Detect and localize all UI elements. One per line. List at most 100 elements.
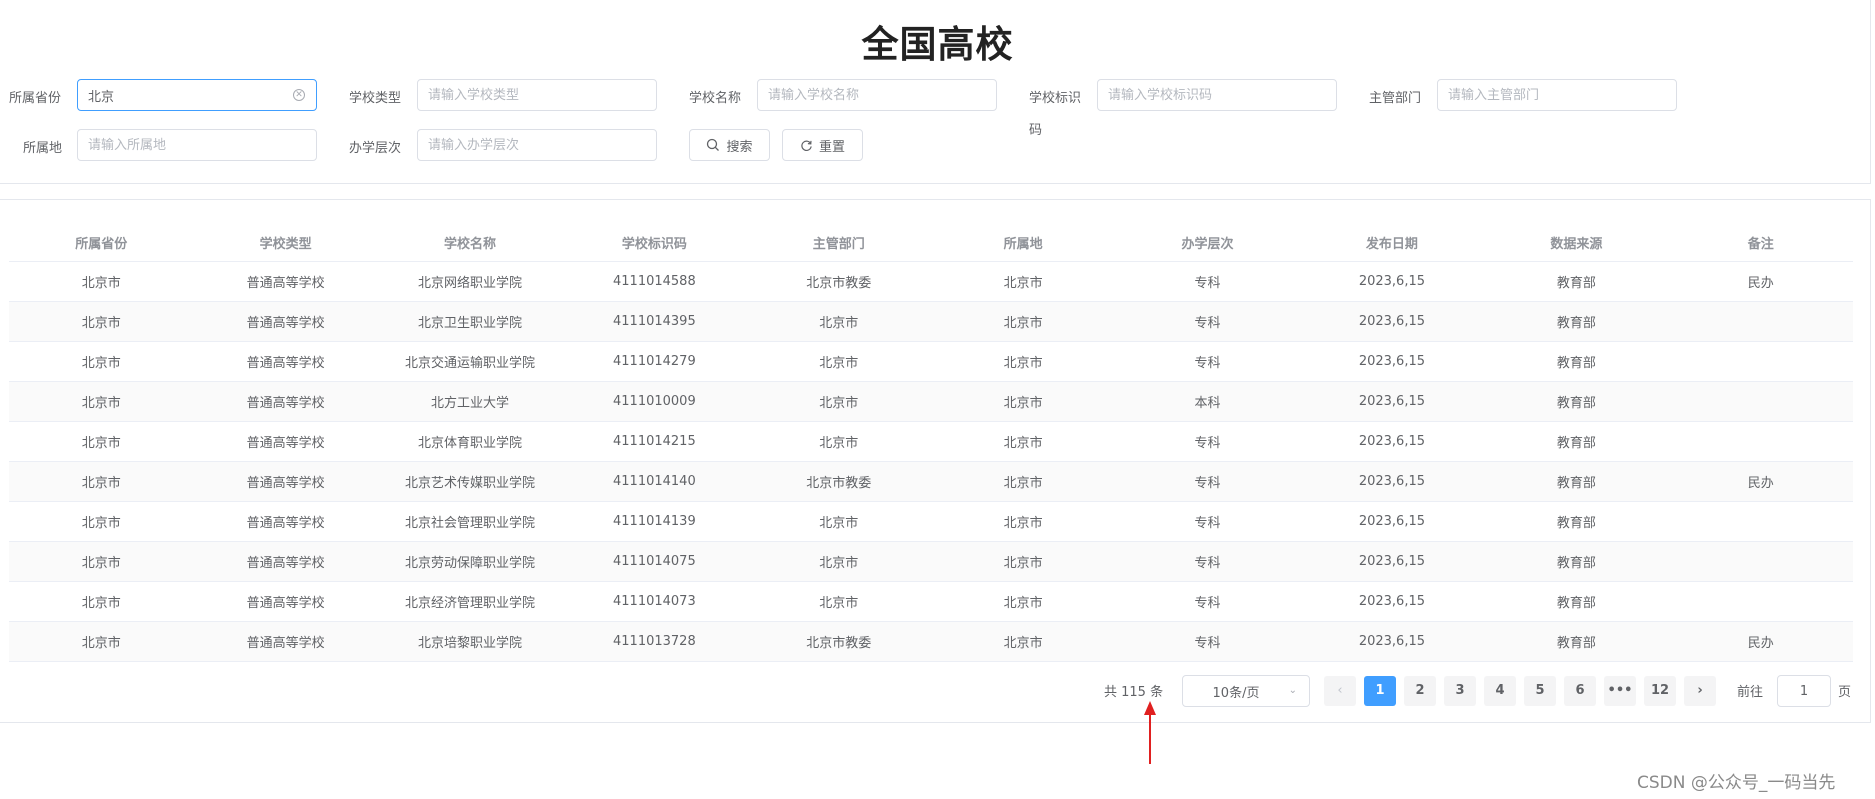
page-size-value: 10条/页	[1212, 685, 1260, 701]
column-header[interactable]: 备注	[1668, 224, 1853, 262]
table-cell: 北京经济管理职业学院	[377, 581, 563, 622]
pagination-page[interactable]: 3	[1444, 676, 1476, 706]
table-cell: 北京市	[746, 541, 931, 582]
table-row[interactable]: 北京市 普通高等学校 北方工业大学 4111010009 北京市 北京市 本科 2023,6,…	[9, 381, 1853, 422]
table-cell: 专科	[1115, 421, 1300, 462]
table-cell: 本科	[1115, 381, 1300, 422]
table-cell: 教育部	[1484, 621, 1669, 662]
goto-unit: 页	[1838, 685, 1852, 700]
level-input[interactable]	[417, 129, 657, 161]
table-cell: 北京市	[930, 421, 1116, 462]
school-code-label-wrap: 码	[1029, 123, 1043, 138]
circle-close-icon[interactable]: ✕	[293, 89, 305, 101]
table-cell: 北京艺术传媒职业学院	[377, 461, 563, 502]
page-title: 全国高校	[861, 23, 1014, 66]
table-cell: 教育部	[1484, 301, 1669, 342]
table-cell: 专科	[1115, 501, 1300, 542]
goto-page-input[interactable]	[1777, 675, 1831, 707]
refresh-icon	[801, 140, 812, 151]
search-button[interactable]: 搜索	[689, 129, 770, 161]
table-cell: 北京市	[746, 501, 931, 542]
pagination-more[interactable]: •••	[1604, 676, 1636, 706]
table-cell	[1668, 541, 1853, 582]
table-cell: 2023,6,15	[1299, 301, 1485, 342]
column-header[interactable]: 所属地	[930, 224, 1116, 262]
table-cell: 北京市	[746, 381, 931, 422]
column-header[interactable]: 数据来源	[1484, 224, 1669, 262]
school-name-input[interactable]	[757, 79, 997, 111]
goto-label: 前往	[1737, 685, 1764, 700]
table-row[interactable]: 北京市 普通高等学校 北京经济管理职业学院 4111014073 北京市 北京市 专科 202…	[9, 581, 1853, 622]
table-cell: 北京市	[746, 421, 931, 462]
table-cell: 北京市教委	[746, 461, 931, 502]
table-cell: 北京市	[9, 581, 194, 622]
table-cell: 专科	[1115, 461, 1300, 502]
table-cell: 普通高等学校	[193, 581, 378, 622]
table-cell: 普通高等学校	[193, 621, 378, 662]
table-cell: 北京市	[9, 381, 194, 422]
table-cell: 4111014140	[562, 461, 747, 502]
table-cell: 2023,6,15	[1299, 461, 1485, 502]
table-cell: 北京市	[930, 581, 1116, 622]
table-header-row: 所属省份 学校类型 学校名称 学校标识码 主管部门 所属地 办学层次 发布日期 …	[9, 224, 1853, 262]
table-row[interactable]: 北京市 普通高等学校 北京培黎职业学院 4111013728 北京市教委 北京市 专科 202…	[9, 621, 1853, 662]
table-cell: 4111014588	[562, 261, 747, 302]
table-cell	[1668, 421, 1853, 462]
reset-button-label: 重置	[818, 139, 845, 155]
column-header[interactable]: 办学层次	[1115, 224, 1300, 262]
table-cell: 北京市	[930, 381, 1116, 422]
table-row[interactable]: 北京市 普通高等学校 北京体育职业学院 4111014215 北京市 北京市 专科 2023,…	[9, 421, 1853, 462]
table-cell: 北京市	[9, 461, 194, 502]
column-header[interactable]: 所属省份	[9, 224, 194, 262]
pagination-page[interactable]: 4	[1484, 676, 1516, 706]
chevron-left-icon[interactable]: ‹	[1324, 676, 1356, 706]
location-label: 所属地	[23, 141, 63, 156]
school-code-input[interactable]	[1097, 79, 1337, 111]
column-header[interactable]: 发布日期	[1299, 224, 1485, 262]
column-header[interactable]: 学校类型	[193, 224, 378, 262]
province-input[interactable]	[77, 79, 317, 111]
table-body: 北京市 普通高等学校 北京网络职业学院 4111014588 北京市教委 北京市 专科 202…	[9, 261, 1853, 662]
table-cell: 北京市	[9, 301, 194, 342]
pagination-page[interactable]: 5	[1524, 676, 1556, 706]
table-cell: 专科	[1115, 261, 1300, 302]
pagination-page[interactable]: 1	[1364, 676, 1396, 706]
pagination-page[interactable]: 2	[1404, 676, 1436, 706]
red-arrow-icon	[1144, 701, 1156, 764]
table-cell: 北京市	[9, 541, 194, 582]
table-row[interactable]: 北京市 普通高等学校 北京艺术传媒职业学院 4111014140 北京市教委 北京市 专科 2…	[9, 461, 1853, 502]
table-cell: 专科	[1115, 581, 1300, 622]
column-header[interactable]: 主管部门	[746, 224, 931, 262]
table-cell: 北京市	[930, 341, 1116, 382]
pagination-page[interactable]: 12	[1644, 676, 1676, 706]
chevron-right-icon[interactable]: ›	[1684, 676, 1716, 706]
table-cell: 教育部	[1484, 581, 1669, 622]
page-size-select[interactable]: 10条/页 ⌄	[1182, 675, 1310, 707]
table-cell	[1668, 341, 1853, 382]
table-cell: 普通高等学校	[193, 501, 378, 542]
column-header[interactable]: 学校名称	[377, 224, 563, 262]
table-row[interactable]: 北京市 普通高等学校 北京卫生职业学院 4111014395 北京市 北京市 专科 2023,…	[9, 301, 1853, 342]
table-cell: 北京市	[746, 341, 931, 382]
table-cell: 专科	[1115, 621, 1300, 662]
table-cell: 专科	[1115, 341, 1300, 382]
table-row[interactable]: 北京市 普通高等学校 北京劳动保障职业学院 4111014075 北京市 北京市 专科 202…	[9, 541, 1853, 582]
table-row[interactable]: 北京市 普通高等学校 北京社会管理职业学院 4111014139 北京市 北京市 专科 202…	[9, 501, 1853, 542]
reset-button[interactable]: 重置	[782, 129, 863, 161]
table-cell	[1668, 381, 1853, 422]
pagination-page[interactable]: 6	[1564, 676, 1596, 706]
table-cell: 北方工业大学	[377, 381, 563, 422]
table-cell: 北京市	[930, 301, 1116, 342]
table-cell: 2023,6,15	[1299, 581, 1485, 622]
column-header[interactable]: 学校标识码	[562, 224, 747, 262]
table-row[interactable]: 北京市 普通高等学校 北京交通运输职业学院 4111014279 北京市 北京市 专科 202…	[9, 341, 1853, 382]
table-cell: 2023,6,15	[1299, 341, 1485, 382]
table-cell: 4111014279	[562, 341, 747, 382]
location-input[interactable]	[77, 129, 317, 161]
table-row[interactable]: 北京市 普通高等学校 北京网络职业学院 4111014588 北京市教委 北京市 专科 202…	[9, 261, 1853, 302]
school-type-input[interactable]	[417, 79, 657, 111]
province-label: 所属省份	[9, 91, 62, 106]
watermark: CSDN @公众号_一码当先	[1637, 773, 1836, 793]
department-input[interactable]	[1437, 79, 1677, 111]
table-cell: 北京交通运输职业学院	[377, 341, 563, 382]
